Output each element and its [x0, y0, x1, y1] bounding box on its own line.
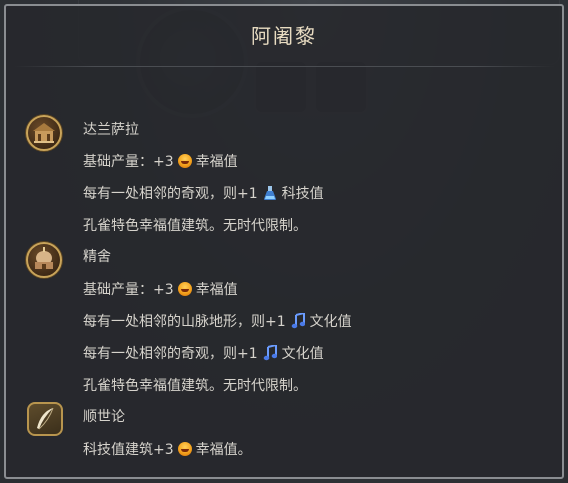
- line-unit: 科技值: [281, 186, 324, 202]
- culture-icon: [291, 313, 305, 329]
- building-icon-vihara: [26, 242, 62, 278]
- quill-icon: [27, 402, 63, 436]
- line-unit: 幸福值: [195, 282, 238, 298]
- line-text: 每有一处相邻的奇观，则+1: [83, 186, 258, 202]
- amenity-icon: [177, 282, 192, 296]
- line-text: 科技值建筑+3: [83, 442, 174, 458]
- line-text: 每有一处相邻的山脉地形，则+1: [83, 314, 286, 330]
- section-title-0: 达兰萨拉: [83, 122, 139, 138]
- line-text: 基础产量：+3: [83, 154, 174, 170]
- amenity-icon: [177, 442, 192, 456]
- building-icon-dharamshala: [26, 115, 62, 151]
- line-text: 每有一处相邻的奇观，则+1: [83, 346, 258, 362]
- section-0-line-2: 孔雀特色幸福值建筑。无时代限制。: [83, 218, 307, 234]
- line-unit: 幸福值。: [195, 442, 252, 458]
- tooltip-title: 阿阇黎: [251, 24, 317, 48]
- line-unit: 文化值: [309, 314, 352, 330]
- section-0-line-0: 基础产量：+3 幸福值: [83, 152, 238, 172]
- section-1-line-1: 每有一处相邻的山脉地形，则+1 文化值: [83, 312, 352, 332]
- line-text: 基础产量：+3: [83, 282, 174, 298]
- tooltip-title-divider: [14, 66, 554, 67]
- section-title-2: 顺世论: [83, 409, 125, 425]
- line-unit: 文化值: [281, 346, 324, 362]
- section-2-line-0: 科技值建筑+3 幸福值。: [83, 440, 252, 460]
- section-1-line-3: 孔雀特色幸福值建筑。无时代限制。: [83, 378, 307, 394]
- science-icon: [263, 186, 276, 200]
- section-title-1: 精舍: [83, 249, 111, 265]
- amenity-icon: [177, 154, 192, 168]
- section-0-line-1: 每有一处相邻的奇观，则+1 科技值: [83, 184, 324, 204]
- section-1-line-2: 每有一处相邻的奇观，则+1 文化值: [83, 344, 324, 364]
- line-unit: 幸福值: [195, 154, 238, 170]
- section-1-line-0: 基础产量：+3 幸福值: [83, 280, 238, 300]
- culture-icon: [263, 345, 277, 361]
